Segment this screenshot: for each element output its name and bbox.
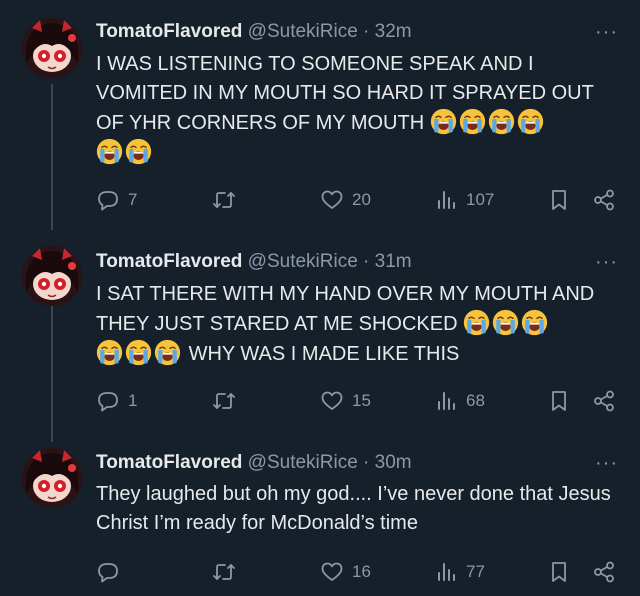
retweet-button[interactable] (212, 386, 244, 416)
timestamp[interactable]: 32m (375, 21, 412, 42)
views-button[interactable]: 107 (434, 185, 494, 215)
bookmark-icon (547, 560, 571, 584)
heart-icon (320, 560, 344, 584)
share-button[interactable] (592, 386, 616, 416)
reply-button[interactable] (96, 557, 128, 587)
loudly-crying-face-icon (154, 339, 181, 366)
reply-button[interactable]: 1 (96, 386, 137, 416)
bookmark-button[interactable] (547, 386, 571, 416)
like-button[interactable]: 16 (320, 557, 371, 587)
loudly-crying-face-icon (125, 339, 152, 366)
like-button[interactable]: 20 (320, 185, 371, 215)
handle[interactable]: @SutekiRice (248, 251, 358, 272)
reply-count: 7 (128, 190, 138, 209)
tweet[interactable]: TomatoFlavored @SutekiRice · 32m ··· I W… (0, 0, 640, 226)
tweet-header: TomatoFlavored @SutekiRice · 30m (96, 451, 412, 475)
tweet-text-container: They laughed but oh my god.... I’ve neve… (96, 480, 616, 538)
handle[interactable]: @SutekiRice (248, 452, 358, 473)
tweet-text-container: I WAS LISTENING TO SOMEONE SPEAK AND I V… (96, 50, 616, 168)
tweet-text: I SAT THERE WITH MY HAND OVER MY MOUTH A… (96, 283, 595, 335)
handle[interactable]: @SutekiRice (248, 21, 358, 42)
display-name[interactable]: TomatoFlavored (96, 21, 242, 42)
views-icon (434, 560, 458, 584)
like-count: 20 (352, 190, 371, 209)
anime-avatar-icon (22, 246, 82, 306)
view-count: 77 (466, 562, 485, 581)
share-icon (592, 389, 616, 413)
bookmark-button[interactable] (547, 185, 571, 215)
bookmark-icon (547, 188, 571, 212)
more-options-icon[interactable]: ··· (595, 252, 618, 272)
tweet[interactable]: TomatoFlavored @SutekiRice · 30m ··· The… (0, 442, 640, 596)
avatar[interactable] (22, 246, 82, 306)
like-count: 15 (352, 391, 371, 410)
tweet-text: They laughed but oh my god.... I’ve neve… (96, 483, 611, 534)
retweet-button[interactable] (212, 185, 244, 215)
loudly-crying-face-icon (488, 108, 515, 135)
reply-icon (96, 560, 120, 584)
bookmark-icon (547, 389, 571, 413)
loudly-crying-face-icon (96, 339, 123, 366)
share-icon (592, 560, 616, 584)
heart-icon (320, 389, 344, 413)
reply-count: 1 (128, 391, 138, 410)
loudly-crying-face-icon (430, 108, 457, 135)
tweet-text-container: I SAT THERE WITH MY HAND OVER MY MOUTH A… (96, 280, 616, 369)
views-button[interactable]: 68 (434, 386, 485, 416)
action-bar: 1 15 68 (96, 386, 621, 416)
action-bar: 16 77 (96, 557, 621, 587)
retweet-icon (212, 389, 236, 413)
loudly-crying-face-icon (96, 138, 123, 165)
loudly-crying-face-icon (492, 309, 519, 336)
separator: · (357, 21, 375, 42)
display-name[interactable]: TomatoFlavored (96, 251, 242, 272)
share-button[interactable] (592, 185, 616, 215)
timestamp[interactable]: 31m (375, 251, 412, 272)
tweet[interactable]: TomatoFlavored @SutekiRice · 31m ··· I S… (0, 226, 640, 442)
display-name[interactable]: TomatoFlavored (96, 452, 242, 473)
reply-icon (96, 188, 120, 212)
views-icon (434, 389, 458, 413)
views-button[interactable]: 77 (434, 557, 485, 587)
heart-icon (320, 188, 344, 212)
like-button[interactable]: 15 (320, 386, 371, 416)
reply-icon (96, 389, 120, 413)
loudly-crying-face-icon (517, 108, 544, 135)
separator: · (357, 452, 375, 473)
separator: · (357, 251, 375, 272)
timestamp[interactable]: 30m (375, 452, 412, 473)
retweet-icon (212, 188, 236, 212)
loudly-crying-face-icon (463, 309, 490, 336)
views-icon (434, 188, 458, 212)
share-button[interactable] (592, 557, 616, 587)
more-options-icon[interactable]: ··· (595, 453, 618, 473)
loudly-crying-face-icon (459, 108, 486, 135)
bookmark-button[interactable] (547, 557, 571, 587)
loudly-crying-face-icon (521, 309, 548, 336)
view-count: 107 (466, 190, 495, 209)
loudly-crying-face-icon (125, 138, 152, 165)
retweet-button[interactable] (212, 557, 244, 587)
tweet-header: TomatoFlavored @SutekiRice · 32m (96, 20, 412, 44)
avatar[interactable] (22, 18, 82, 78)
action-bar: 7 20 107 (96, 185, 621, 215)
tweet-header: TomatoFlavored @SutekiRice · 31m (96, 250, 412, 274)
view-count: 68 (466, 391, 485, 410)
reply-button[interactable]: 7 (96, 185, 137, 215)
tweet-text-continued: WHY WAS I MADE LIKE THIS (188, 343, 460, 365)
share-icon (592, 188, 616, 212)
retweet-icon (212, 560, 236, 584)
anime-avatar-icon (22, 18, 82, 78)
like-count: 16 (352, 562, 371, 581)
more-options-icon[interactable]: ··· (595, 22, 618, 42)
anime-avatar-icon (22, 448, 82, 508)
avatar[interactable] (22, 448, 82, 508)
